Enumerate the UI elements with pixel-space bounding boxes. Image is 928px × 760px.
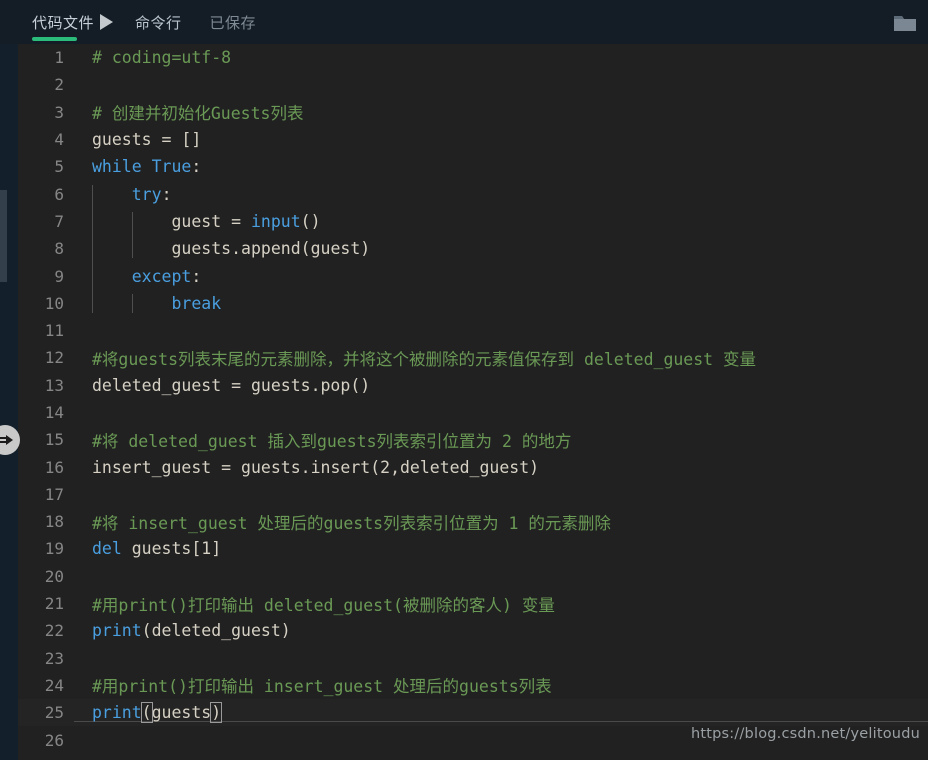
code-line-text: insert_guest = guests.insert(2,deleted_g… (92, 457, 540, 477)
line-number: 23 (44, 648, 64, 668)
line-number: 21 (44, 594, 64, 614)
code-line-text: #用print()打印输出 insert_guest 处理后的guests列表 (92, 677, 552, 697)
code-area[interactable]: 1 # coding=utf-8 2 3 # 创建并初始化Guests列表 4 guests… (18, 44, 928, 760)
tab-code-file[interactable]: 代码文件 (18, 0, 121, 44)
code-line[interactable]: 4 guests = [] (18, 126, 928, 153)
code-line[interactable]: 6 try: (18, 180, 928, 207)
line-number: 24 (44, 675, 64, 695)
line-number: 6 (54, 184, 64, 204)
left-rail (0, 0, 18, 760)
code-line-text: except: (131, 266, 202, 286)
code-line[interactable]: 10 break (18, 290, 928, 317)
code-line[interactable]: 15 #将 deleted_guest 插入到guests列表索引位置为 2 的地… (18, 426, 928, 453)
code-line-text: deleted_guest = guests.pop() (92, 375, 371, 395)
line-number: 4 (54, 130, 64, 150)
line-number: 3 (54, 102, 64, 122)
code-line[interactable]: 3 # 创建并初始化Guests列表 (18, 99, 928, 126)
watermark: https://blog.csdn.net/yelitoudu (690, 726, 920, 742)
line-number: 18 (44, 512, 64, 532)
line-number: 11 (44, 321, 64, 341)
code-line[interactable]: 9 except: (18, 262, 928, 289)
code-line[interactable]: 25 print(guests) (18, 699, 928, 727)
code-line[interactable]: 2 (18, 71, 928, 98)
code-line[interactable]: 1 # coding=utf-8 (18, 44, 928, 71)
code-line-list: 1 # coding=utf-8 2 3 # 创建并初始化Guests列表 4 guests… (18, 44, 928, 754)
line-number: 2 (54, 75, 64, 95)
line-number: 9 (54, 266, 64, 286)
code-line-text: print(guests) (74, 702, 928, 724)
tab-saved-status: 已保存 (196, 0, 271, 44)
code-line[interactable]: 8 guests.append(guest) (18, 235, 928, 262)
tab-code-file-label: 代码文件 (32, 13, 95, 32)
line-number: 20 (44, 566, 64, 586)
code-editor-window: 代码文件 命令行 已保存 1 # coding=utf-8 2 3 # 创建并初始化Gu… (0, 0, 928, 760)
code-line[interactable]: 24 #用print()打印输出 insert_guest 处理后的guests列… (18, 672, 928, 699)
line-number: 13 (44, 375, 64, 395)
left-rail-top-cap (0, 0, 18, 44)
line-number: 26 (44, 730, 64, 750)
line-number: 14 (44, 403, 64, 422)
code-line-text: # 创建并初始化Guests列表 (92, 104, 304, 124)
line-number: 8 (54, 239, 64, 259)
line-number: 19 (44, 539, 64, 559)
code-line-text: #用print()打印输出 deleted_guest(被删除的客人) 变量 (92, 595, 555, 615)
line-number: 10 (44, 293, 64, 313)
line-number: 17 (44, 484, 64, 504)
run-triangle-icon[interactable] (100, 14, 114, 30)
code-line[interactable]: 17 (18, 481, 928, 508)
indent-guide (92, 184, 93, 313)
line-number: 25 (44, 703, 64, 723)
code-line-text: guest = input() (171, 211, 321, 231)
code-line-text: break (171, 293, 222, 313)
code-line-text: del guests[1] (92, 539, 222, 559)
line-number: 16 (44, 457, 64, 477)
tab-saved-status-label: 已保存 (209, 13, 257, 32)
line-number: 7 (54, 211, 64, 231)
left-rail-scroll-indicator[interactable] (0, 190, 7, 282)
code-line[interactable]: 13 deleted_guest = guests.pop() (18, 372, 928, 399)
code-line-text: print(deleted_guest) (92, 621, 291, 641)
code-line-text: #将 insert_guest 处理后的guests列表索引位置为 1 的元素删… (92, 513, 611, 533)
tab-command-line-label: 命令行 (135, 13, 182, 32)
code-line[interactable]: 16 insert_guest = guests.insert(2,deleted… (18, 453, 928, 480)
code-line-text: # coding=utf-8 (92, 48, 232, 68)
tab-command-line[interactable]: 命令行 (121, 0, 196, 44)
code-line[interactable]: 19 del guests[1] (18, 535, 928, 562)
code-line[interactable]: 18 #将 insert_guest 处理后的guests列表索引位置为 1 的元… (18, 508, 928, 535)
code-line-text: guests = [] (92, 130, 202, 150)
active-tab-underline (32, 37, 77, 41)
code-line-text: try: (131, 184, 172, 204)
code-line[interactable]: 11 (18, 317, 928, 344)
code-line[interactable]: 20 (18, 563, 928, 590)
code-line-text: #将 deleted_guest 插入到guests列表索引位置为 2 的地方 (92, 431, 572, 451)
code-line-text: guests.append(guest) (171, 239, 371, 259)
line-number: 12 (44, 348, 64, 368)
line-number: 5 (54, 157, 64, 177)
code-line[interactable]: 23 (18, 645, 928, 672)
code-line-text: #将guests列表末尾的元素删除，并将这个被删除的元素值保存到 deleted… (92, 349, 757, 369)
folder-icon[interactable] (890, 10, 920, 36)
line-number: 22 (44, 621, 64, 641)
tab-bar: 代码文件 命令行 已保存 (18, 0, 928, 44)
tab-list: 代码文件 命令行 已保存 (18, 0, 270, 44)
code-line[interactable]: 21 #用print()打印输出 deleted_guest(被删除的客人) 变量 (18, 590, 928, 617)
code-line[interactable]: 12 #将guests列表末尾的元素删除，并将这个被删除的元素值保存到 delet… (18, 344, 928, 371)
code-line[interactable]: 5 while True: (18, 153, 928, 180)
code-line[interactable]: 7 guest = input() (18, 208, 928, 235)
code-line[interactable]: 14 (18, 399, 928, 426)
code-line[interactable]: 22 print(deleted_guest) (18, 617, 928, 644)
code-line-text: while True: (92, 157, 202, 177)
indent-guide (131, 211, 133, 259)
line-number: 15 (44, 430, 64, 450)
line-number: 1 (54, 48, 64, 68)
indent-guide (131, 293, 133, 313)
